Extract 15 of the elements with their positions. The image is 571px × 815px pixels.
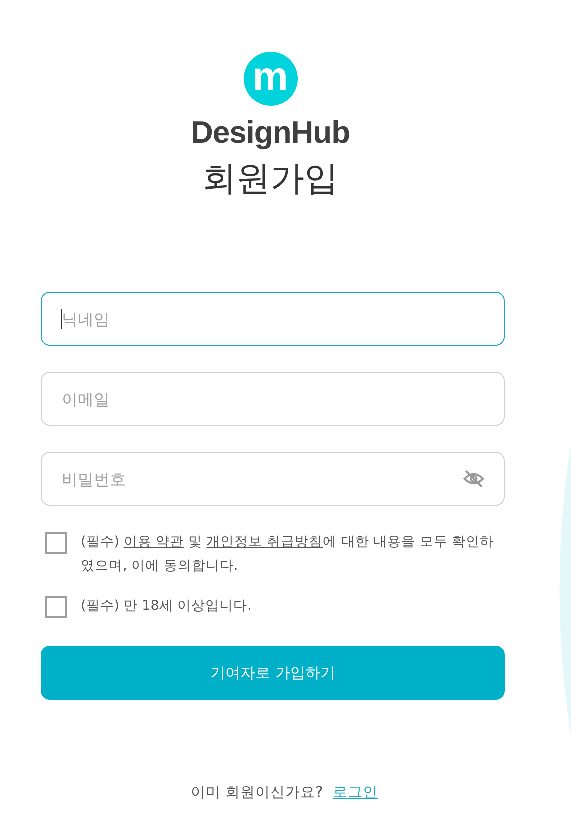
login-prompt: 이미 회원이신가요? bbox=[190, 784, 324, 802]
page-title: 회원가입 bbox=[202, 158, 338, 201]
policy-link[interactable]: 이용 약관 bbox=[124, 534, 184, 550]
eye-slash-icon[interactable] bbox=[463, 468, 485, 490]
input-field[interactable]: 비밀번호 bbox=[41, 452, 505, 506]
brand-name: DesignHub bbox=[190, 114, 350, 152]
checkbox[interactable] bbox=[45, 596, 67, 618]
logo-icon: m bbox=[244, 52, 298, 106]
agreement-text: (필수) 만 18세 이상입니다. bbox=[81, 597, 252, 616]
policy-link[interactable]: 개인정보 취급방침 bbox=[206, 534, 324, 550]
input-field[interactable]: 닉네임 bbox=[41, 292, 505, 346]
checkbox[interactable] bbox=[45, 532, 67, 554]
input-field[interactable]: 이메일 bbox=[41, 372, 505, 426]
agreement-text: (필수) 이용 약관 및 개인정보 취급방침 에 대한 내용을 모두 확인하였으며, 이에 동의합니다. bbox=[81, 533, 496, 576]
text-cursor bbox=[61, 309, 62, 329]
